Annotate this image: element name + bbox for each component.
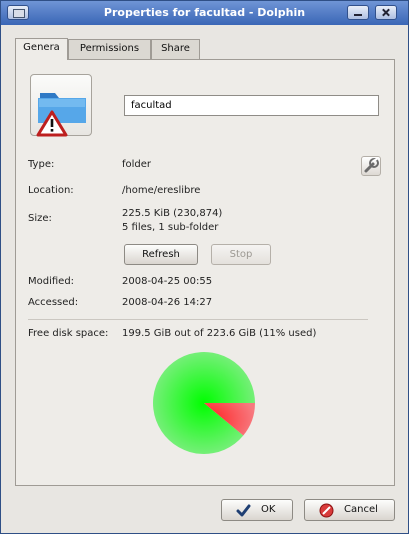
properties-dialog: Properties for facultad - Dolphin Genera… — [0, 0, 409, 534]
size-label: Size: — [28, 213, 52, 224]
wrench-icon[interactable] — [361, 156, 381, 176]
checkmark-icon — [236, 504, 251, 517]
location-label: Location: — [28, 185, 74, 196]
cancel-icon — [319, 503, 334, 518]
close-button[interactable] — [375, 5, 397, 20]
minimize-button[interactable] — [347, 5, 369, 20]
folder-warning-icon[interactable] — [30, 74, 92, 137]
disk-usage-pie-chart — [153, 352, 255, 454]
stop-button[interactable]: Stop — [211, 244, 271, 265]
type-value: folder — [122, 159, 152, 170]
accessed-value: 2008-04-26 14:27 — [122, 297, 213, 308]
name-input[interactable] — [124, 95, 379, 116]
modified-label: Modified: — [28, 276, 75, 287]
free-disk-value: 199.5 GiB out of 223.6 GiB (11% used) — [122, 328, 317, 339]
accessed-label: Accessed: — [28, 297, 79, 308]
separator — [28, 319, 368, 320]
ok-label: OK — [261, 504, 276, 515]
cancel-label: Cancel — [344, 504, 378, 515]
tab-general[interactable]: Genera — [15, 38, 68, 60]
location-value: /home/ereslibre — [122, 185, 201, 196]
refresh-button[interactable]: Refresh — [124, 244, 198, 265]
cancel-button[interactable]: Cancel — [304, 499, 395, 521]
type-label: Type: — [28, 159, 55, 170]
title-bar[interactable]: Properties for facultad - Dolphin — [1, 1, 408, 25]
ok-button[interactable]: OK — [221, 499, 293, 521]
free-disk-label: Free disk space: — [28, 328, 109, 339]
size-file-count: 5 files, 1 sub-folder — [122, 222, 219, 233]
modified-value: 2008-04-25 00:55 — [122, 276, 213, 287]
tab-permissions[interactable]: Permissions — [68, 39, 151, 59]
size-bytes: 225.5 KiB (230,874) — [122, 208, 223, 219]
tab-share[interactable]: Share — [151, 39, 200, 59]
